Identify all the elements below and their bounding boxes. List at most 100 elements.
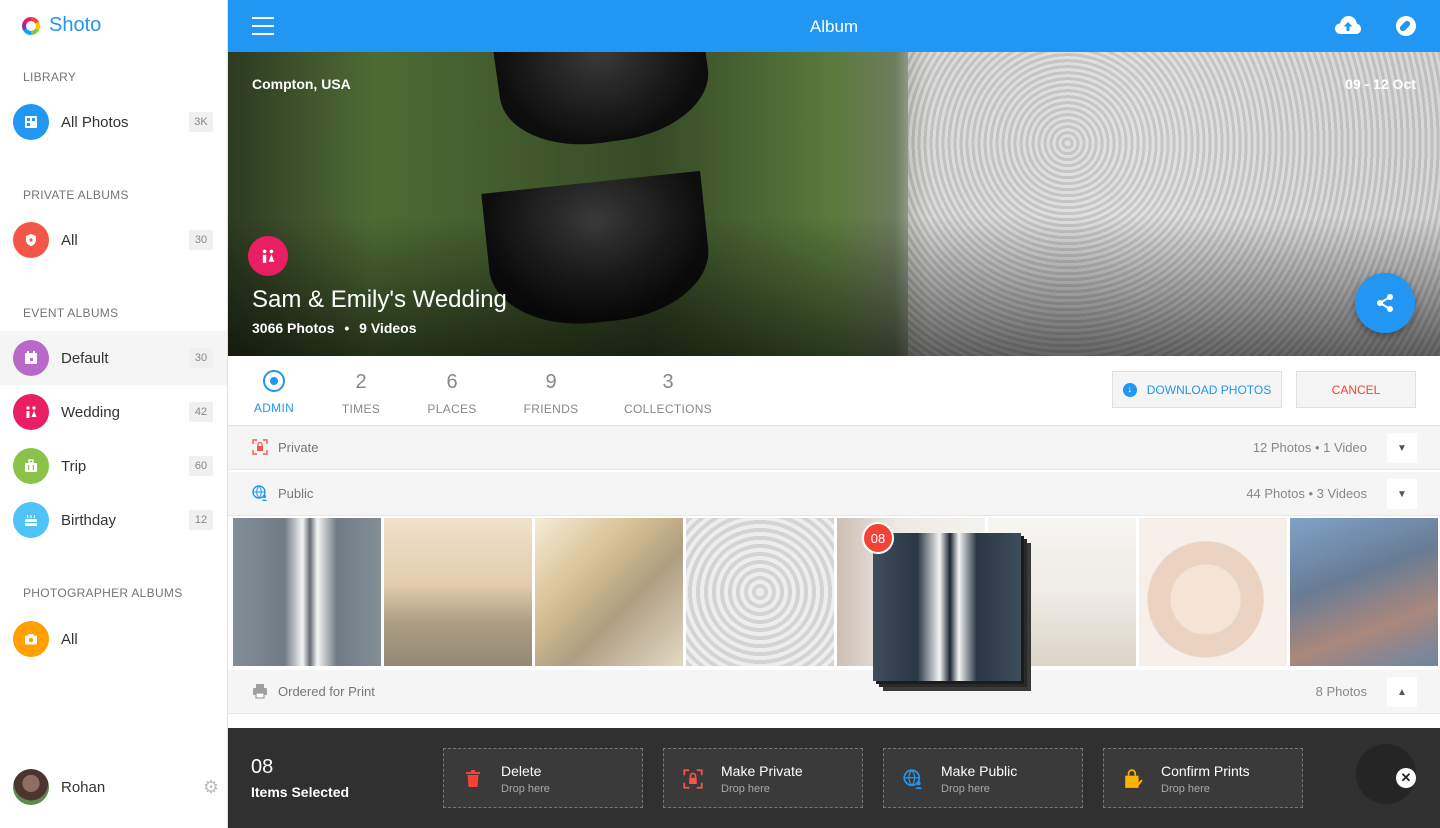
gear-icon[interactable]: ⚙ xyxy=(203,777,219,798)
couple-icon xyxy=(13,394,49,430)
tab-times[interactable]: 2 TIMES xyxy=(336,370,386,416)
sidebar-item-count: 60 xyxy=(189,456,213,476)
download-photos-button[interactable]: ↓ DOWNLOAD PHOTOS xyxy=(1112,371,1282,408)
tab-friends[interactable]: 9 FRIENDS xyxy=(520,370,582,416)
tab-count: 2 xyxy=(355,371,367,393)
camera-icon xyxy=(13,621,49,657)
photo-tile[interactable] xyxy=(535,518,683,666)
expand-button[interactable]: ▼ xyxy=(1387,479,1417,509)
group-private[interactable]: Private 12 Photos • 1 Video ▼ xyxy=(228,426,1440,470)
photo-tile[interactable] xyxy=(384,518,532,666)
close-icon[interactable]: ✕ xyxy=(1396,768,1416,788)
drop-zone-title: Confirm Prints xyxy=(1161,763,1250,779)
drop-zone-hint: Drop here xyxy=(721,783,770,795)
sidebar-item-wedding[interactable]: Wedding 42 xyxy=(0,385,227,439)
group-public[interactable]: Public 44 Photos • 3 Videos ▼ xyxy=(228,472,1440,516)
private-lock-icon xyxy=(252,439,268,455)
brand[interactable]: Shoto xyxy=(22,14,101,37)
sidebar: Shoto LIBRARY All Photos 3K PRIVATE ALBU… xyxy=(0,0,228,828)
chevron-down-icon: ▼ xyxy=(1397,488,1407,500)
drop-zone-make-private[interactable]: Make Private Drop here xyxy=(663,748,863,808)
tab-label: FRIENDS xyxy=(523,402,579,416)
user-name: Rohan xyxy=(61,778,106,796)
cloud-upload-icon[interactable] xyxy=(1334,14,1362,36)
cake-icon xyxy=(13,502,49,538)
album-stats: 3066 Photos • 9 Videos xyxy=(252,320,417,336)
group-label: Private xyxy=(278,440,319,455)
sidebar-item-label: Wedding xyxy=(61,403,120,421)
drop-zone-title: Make Public xyxy=(941,763,1018,779)
tab-count: 9 xyxy=(545,371,557,393)
section-title-event-albums: EVENT ALBUMS xyxy=(23,306,119,320)
sidebar-item-default[interactable]: Default 30 xyxy=(0,331,227,385)
group-ordered-for-print[interactable]: Ordered for Print 8 Photos ▲ xyxy=(228,670,1440,714)
photo-tile[interactable] xyxy=(1290,518,1438,666)
section-title-photographer-albums: PHOTOGRAPHER ALBUMS xyxy=(23,586,183,600)
private-lock-icon xyxy=(682,768,704,790)
tab-label: ADMIN xyxy=(253,401,295,415)
dragged-photo-stack[interactable] xyxy=(873,533,1031,691)
download-icon: ↓ xyxy=(1122,382,1137,397)
tab-places[interactable]: 6 PLACES xyxy=(424,370,480,416)
tab-collections[interactable]: 3 COLLECTIONS xyxy=(622,370,714,416)
luggage-icon xyxy=(13,448,49,484)
group-meta: 44 Photos • 3 Videos xyxy=(1246,486,1367,501)
sidebar-item-trip[interactable]: Trip 60 xyxy=(0,439,227,493)
photo-tile[interactable] xyxy=(1139,518,1287,666)
printer-icon xyxy=(253,684,267,699)
tab-count: 6 xyxy=(446,371,458,393)
album-video-count: 9 Videos xyxy=(359,320,417,336)
expand-button[interactable]: ▼ xyxy=(1387,433,1417,463)
drop-zone-make-public[interactable]: Make Public Drop here xyxy=(883,748,1083,808)
shoto-logo-icon xyxy=(22,16,40,35)
album-stats-separator: • xyxy=(344,320,350,336)
chevron-up-icon: ▲ xyxy=(1397,686,1407,698)
couple-icon xyxy=(248,236,288,276)
tab-count: 3 xyxy=(662,371,674,393)
photo-tile[interactable] xyxy=(686,518,834,666)
cover-shoe-top xyxy=(489,52,717,156)
drop-zone-hint: Drop here xyxy=(941,783,990,795)
globe-user-icon xyxy=(252,485,267,501)
sidebar-item-label: Trip xyxy=(61,457,87,475)
drop-zone-delete[interactable]: Delete Drop here xyxy=(443,748,643,808)
album-cover: Compton, USA 09 - 12 Oct Sam & Emily's W… xyxy=(228,52,1440,356)
drop-zone-title: Make Private xyxy=(721,763,803,779)
album-title: Sam & Emily's Wedding xyxy=(252,286,507,313)
sidebar-item-photographer-all[interactable]: All xyxy=(0,612,227,666)
group-meta: 8 Photos xyxy=(1315,684,1367,699)
section-title-private-albums: PRIVATE ALBUMS xyxy=(23,188,129,202)
page-title: Album xyxy=(809,17,859,36)
tab-admin[interactable]: ADMIN xyxy=(252,370,296,415)
trash-icon xyxy=(462,768,484,790)
sidebar-item-label: Default xyxy=(61,349,109,367)
photos-icon xyxy=(13,104,49,140)
tab-label: COLLECTIONS xyxy=(624,402,712,416)
top-app-bar: Album xyxy=(228,0,1440,52)
album-tabs: ADMIN 2 TIMES 6 PLACES 9 FRIENDS 3 COLLE… xyxy=(228,356,1440,426)
cancel-button[interactable]: CANCEL xyxy=(1296,371,1416,408)
collapse-button[interactable]: ▲ xyxy=(1387,677,1417,707)
photo-tile[interactable] xyxy=(233,518,381,666)
share-button[interactable] xyxy=(1355,273,1415,333)
globe-user-icon xyxy=(902,768,924,790)
sidebar-item-label: Birthday xyxy=(61,511,117,529)
group-label: Public xyxy=(278,486,314,501)
sidebar-item-count: 12 xyxy=(189,510,213,530)
group-label: Ordered for Print xyxy=(278,684,375,699)
user-profile[interactable]: Rohan ⚙ xyxy=(13,769,223,805)
shopping-bag-check-icon xyxy=(1122,768,1144,790)
download-label: DOWNLOAD PHOTOS xyxy=(1146,382,1272,397)
explore-icon[interactable] xyxy=(1396,16,1416,36)
sidebar-item-label: All Photos xyxy=(61,113,129,131)
sidebar-item-private-all[interactable]: All 30 xyxy=(0,213,227,267)
drop-zone-confirm-prints[interactable]: Confirm Prints Drop here xyxy=(1103,748,1303,808)
selected-count: 08 xyxy=(251,756,274,778)
sidebar-item-label: All xyxy=(61,630,78,648)
group-meta: 12 Photos • 1 Video xyxy=(1252,440,1367,455)
drop-zone-title: Delete xyxy=(501,763,542,779)
sidebar-item-all-photos[interactable]: All Photos 3K xyxy=(0,95,227,149)
sidebar-item-birthday[interactable]: Birthday 12 xyxy=(0,493,227,547)
section-title-library: LIBRARY xyxy=(23,70,77,84)
sidebar-item-count: 30 xyxy=(189,230,213,250)
